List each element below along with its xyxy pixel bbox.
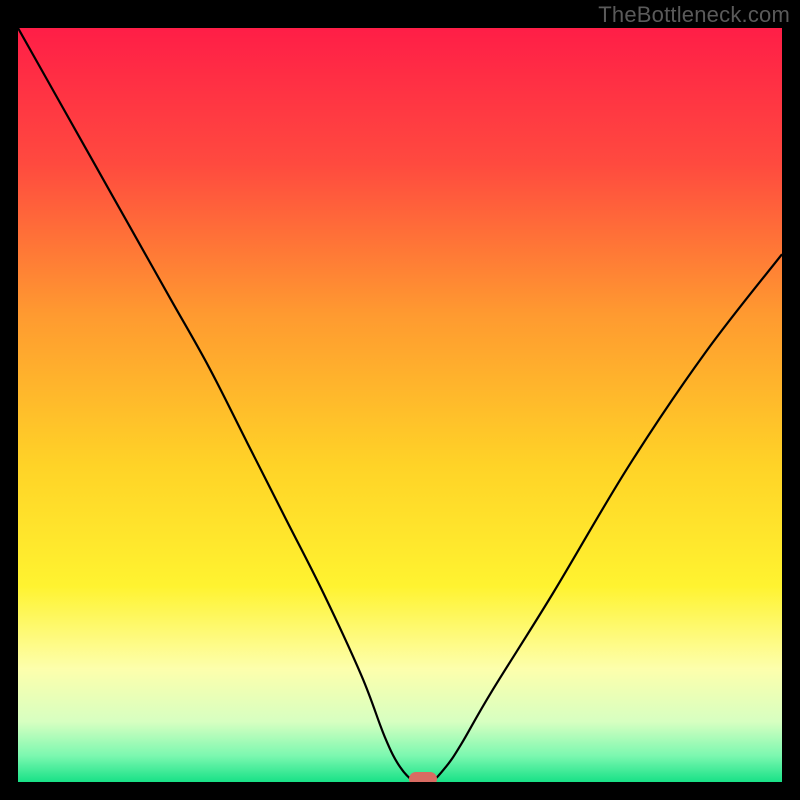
optimal-marker: [409, 772, 437, 782]
watermark-text: TheBottleneck.com: [598, 2, 790, 28]
plot-area: [18, 28, 782, 782]
chart-frame: TheBottleneck.com: [0, 0, 800, 800]
bottleneck-curve: [18, 28, 782, 782]
